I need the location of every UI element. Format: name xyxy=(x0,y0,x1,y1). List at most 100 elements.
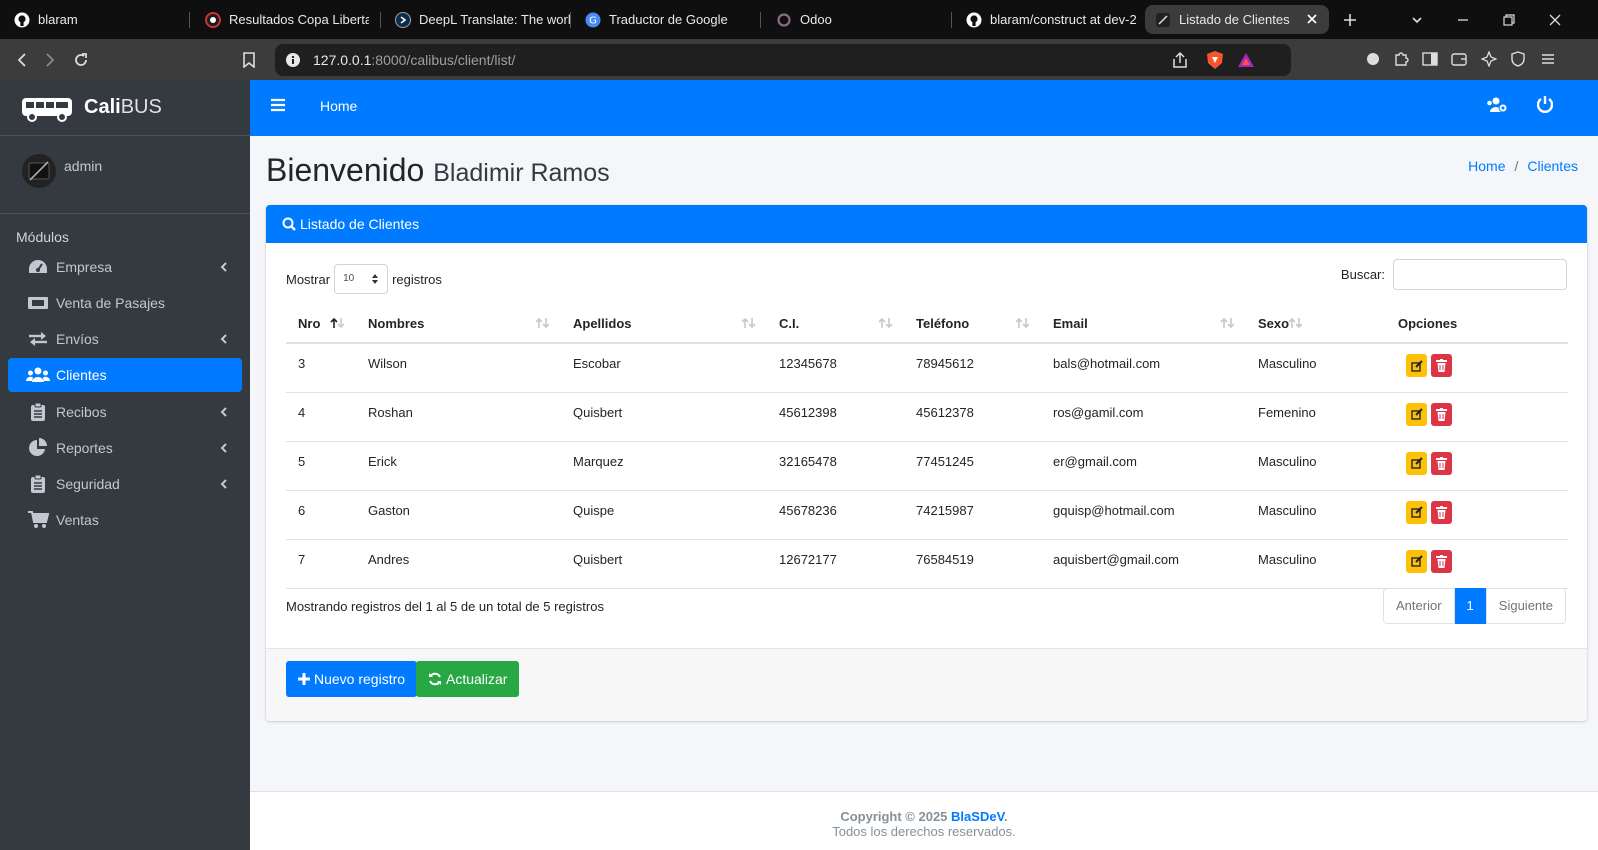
browser-tab-active[interactable]: Listado de Clientes xyxy=(1145,5,1329,34)
copyright-text: Copyright © 2025 xyxy=(840,809,948,824)
sidebar-item-ventas[interactable]: Ventas xyxy=(8,503,242,537)
sidebar: Cali BUS admin Módulos Empresa Venta de P… xyxy=(0,80,250,850)
forward-icon[interactable] xyxy=(37,47,63,73)
edit-button[interactable] xyxy=(1406,402,1427,426)
column-header-email[interactable]: Email xyxy=(1041,305,1246,344)
card-title: Listado de Clientes xyxy=(300,216,420,232)
pagination-page[interactable]: 1 xyxy=(1454,588,1486,624)
back-icon[interactable] xyxy=(9,47,35,73)
breadcrumb: Home / Clientes xyxy=(1468,158,1578,174)
leo-ai-icon[interactable] xyxy=(1477,47,1501,71)
delete-button[interactable] xyxy=(1431,451,1452,475)
url-text: 127.0.0.1:8000/calibus/client/list/ xyxy=(313,52,516,68)
sidebar-item-label: Seguridad xyxy=(56,476,120,492)
column-header-nombres[interactable]: Nombres xyxy=(356,305,561,344)
select-caret-icon xyxy=(371,273,379,285)
sidebar-item-seguridad[interactable]: Seguridad xyxy=(8,467,242,501)
delete-button[interactable] xyxy=(1431,500,1452,524)
column-header-nro[interactable]: Nro xyxy=(286,305,356,344)
delete-button[interactable] xyxy=(1431,354,1452,377)
page-length-select[interactable]: 10 xyxy=(334,264,389,294)
new-record-button[interactable]: Nuevo registro xyxy=(286,661,418,697)
sidebar-item-recibos[interactable]: Recibos xyxy=(8,395,242,429)
column-header-ci[interactable]: C.I. xyxy=(767,305,904,344)
edit-icon xyxy=(1410,457,1423,469)
pagination: Anterior 1 Siguiente xyxy=(1383,588,1566,624)
brave-shield-icon[interactable] xyxy=(1206,50,1224,70)
refresh-button[interactable]: Actualizar xyxy=(416,661,520,697)
share-icon[interactable] xyxy=(1171,51,1189,69)
edit-icon xyxy=(1410,506,1423,518)
edit-button[interactable] xyxy=(1406,549,1427,573)
clients-table: Nro Nombres Apellidos C.I. Teléfono Emai… xyxy=(286,305,1568,589)
menu-icon[interactable] xyxy=(1536,47,1560,71)
sync-icon xyxy=(428,672,442,686)
minimize-icon[interactable] xyxy=(1448,0,1478,39)
tachometer-icon xyxy=(26,258,50,276)
restore-icon[interactable] xyxy=(1494,0,1524,39)
close-tab-icon[interactable] xyxy=(1305,12,1319,26)
address-bar[interactable]: 127.0.0.1:8000/calibus/client/list/ xyxy=(275,44,1291,76)
breadcrumb-home[interactable]: Home xyxy=(1468,158,1505,174)
table-cell-nro: 7 xyxy=(286,539,356,589)
table-row: 5 Erick Marquez 32165478 77451245 er@gmail.co… xyxy=(286,441,1568,491)
trash-icon xyxy=(1436,359,1447,372)
delete-button[interactable] xyxy=(1431,402,1452,426)
pagination-next[interactable]: Siguiente xyxy=(1485,588,1566,624)
hamburger-menu-icon[interactable] xyxy=(270,98,286,112)
brand-link[interactable]: Cali BUS xyxy=(0,80,250,136)
power-off-icon[interactable] xyxy=(1537,95,1553,113)
browser-tab[interactable]: Resultados Copa Libertadores xyxy=(205,0,381,39)
wallet-icon[interactable] xyxy=(1447,47,1471,71)
edit-button[interactable] xyxy=(1406,451,1427,475)
column-header-telefono[interactable]: Teléfono xyxy=(904,305,1041,344)
vpn-icon[interactable] xyxy=(1506,47,1530,71)
card-footer: Nuevo registro Actualizar xyxy=(266,648,1587,721)
bookmark-icon[interactable] xyxy=(236,47,262,73)
new-tab-icon[interactable] xyxy=(1335,0,1365,39)
site-info-icon[interactable] xyxy=(285,52,301,68)
close-window-icon[interactable] xyxy=(1540,0,1570,39)
sidebar-item-clientes[interactable]: Clientes xyxy=(8,358,242,392)
sidebar-item-envios[interactable]: Envíos xyxy=(8,322,242,356)
extensions-puzzle-icon[interactable] xyxy=(1389,47,1413,71)
browser-tab[interactable]: blaram xyxy=(14,0,190,39)
browser-tab[interactable]: Odoo xyxy=(776,0,952,39)
table-cell-ci: 32165478 xyxy=(767,441,904,491)
brave-rewards-icon[interactable] xyxy=(1237,51,1255,69)
tab-search-icon[interactable] xyxy=(1402,0,1432,39)
card-header: Listado de Clientes xyxy=(266,205,1587,243)
column-header-apellidos[interactable]: Apellidos xyxy=(561,305,767,344)
clipboard-icon xyxy=(26,402,50,422)
table-cell-ci: 12345678 xyxy=(767,343,904,393)
deepl-icon xyxy=(395,11,411,28)
sidebar-toggle-icon[interactable] xyxy=(1418,47,1442,71)
browser-tab[interactable]: DeepL Translate: The world xyxy=(395,0,571,39)
users-cog-icon[interactable] xyxy=(1486,96,1508,114)
browser-tab[interactable]: blaram/construct at dev-2 xyxy=(966,0,1142,39)
sort-icon xyxy=(878,317,892,329)
sidebar-item-venta-pasajes[interactable]: Venta de Pasajes xyxy=(8,286,242,320)
delete-button[interactable] xyxy=(1431,549,1452,573)
nav-home-link[interactable]: Home xyxy=(320,98,357,114)
table-cell-ci: 45612398 xyxy=(767,392,904,442)
pagination-previous[interactable]: Anterior xyxy=(1383,588,1455,624)
user-name[interactable]: admin xyxy=(64,158,102,174)
column-header-sexo[interactable]: Sexo xyxy=(1246,305,1386,344)
github-icon xyxy=(966,12,982,28)
table-cell-apellidos: Quisbert xyxy=(561,392,767,442)
sidebar-item-reportes[interactable]: Reportes xyxy=(8,431,242,465)
sidebar-item-empresa[interactable]: Empresa xyxy=(8,250,242,284)
edit-button[interactable] xyxy=(1406,500,1427,524)
extension-icon[interactable] xyxy=(1361,47,1385,71)
edit-button[interactable] xyxy=(1406,354,1427,377)
browser-tab[interactable]: G Traductor de Google xyxy=(585,0,761,39)
reload-icon[interactable] xyxy=(68,47,94,73)
table-info: Mostrando registros del 1 al 5 de un tot… xyxy=(286,599,604,614)
avatar[interactable] xyxy=(22,154,56,188)
search-input[interactable] xyxy=(1393,259,1567,290)
table-cell-sexo: Masculino xyxy=(1246,539,1386,589)
author-link[interactable]: BlaSDeV xyxy=(951,809,1004,824)
breadcrumb-current[interactable]: Clientes xyxy=(1527,158,1578,174)
sidebar-item-label: Reportes xyxy=(56,440,113,456)
